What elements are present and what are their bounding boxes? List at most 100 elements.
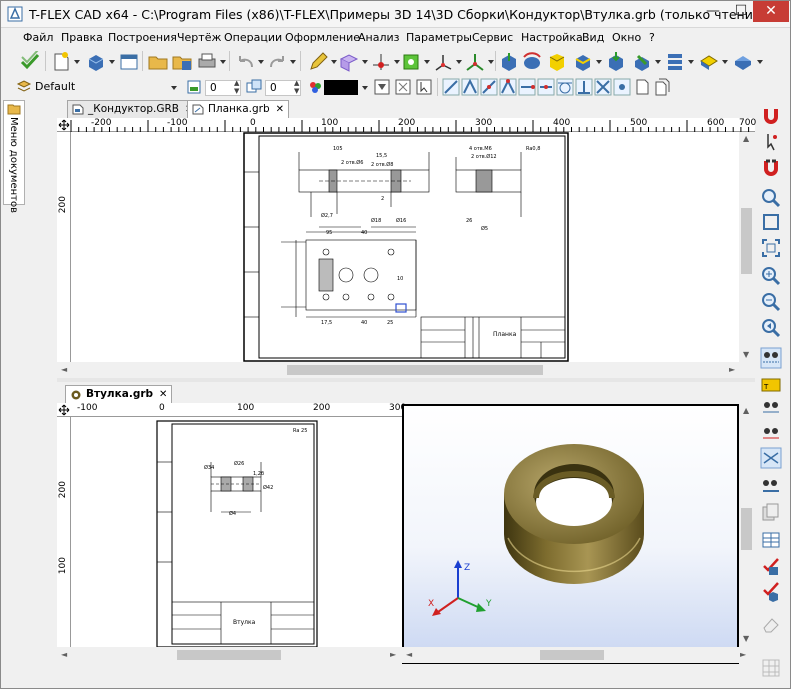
selector-icon[interactable] <box>415 78 433 96</box>
fillet-icon[interactable] <box>546 51 568 73</box>
print-icon[interactable] <box>196 51 218 73</box>
sheet-metal-icon[interactable] <box>698 51 720 73</box>
menu-service[interactable]: Сервис <box>472 31 513 44</box>
bottom-left-h-scrollbar[interactable]: ◄ ► <box>57 647 402 663</box>
chevron-down-icon[interactable] <box>220 60 226 64</box>
axes-icon[interactable] <box>432 51 454 73</box>
scroll-down-icon[interactable]: ▼ <box>743 634 749 643</box>
zoom-prev-icon[interactable] <box>760 317 782 339</box>
redo-icon[interactable] <box>266 51 288 73</box>
page-icon[interactable] <box>633 78 651 96</box>
scroll-left-icon[interactable]: ◄ <box>61 650 67 659</box>
chevron-down-icon[interactable] <box>331 60 337 64</box>
tab-konduktor[interactable]: _Кондуктор.GRB✕ <box>67 100 199 118</box>
snap-line-icon[interactable] <box>442 78 460 96</box>
move-handle-icon[interactable] <box>58 119 70 131</box>
chevron-down-icon[interactable] <box>488 60 494 64</box>
minimize-button[interactable]: — <box>699 1 727 22</box>
3d-viewport[interactable]: Z X Y <box>402 404 739 664</box>
new-3d-icon[interactable] <box>85 51 107 73</box>
copy-page-icon[interactable] <box>653 78 671 96</box>
scroll-thumb[interactable] <box>177 650 281 660</box>
pointer-icon[interactable] <box>760 131 782 153</box>
chevron-down-icon[interactable] <box>424 60 430 64</box>
bottom-right-h-scrollbar[interactable]: ◄ ► <box>402 647 755 663</box>
eraser-icon[interactable] <box>760 613 782 635</box>
bottom-drawing-canvas[interactable]: Ø34 Ø26 1,2б Ø42 Ø4 Ra 25 Втулка <box>71 417 402 647</box>
color-swatch[interactable] <box>324 80 358 95</box>
table-view-icon[interactable] <box>760 529 782 551</box>
chevron-down-icon[interactable] <box>596 60 602 64</box>
scroll-down-icon[interactable]: ▼ <box>743 350 749 359</box>
chevron-down-icon[interactable] <box>362 86 368 90</box>
menu-file[interactable]: Файл <box>23 31 53 44</box>
open-folder-icon[interactable] <box>147 51 169 73</box>
top-v-scrollbar[interactable]: ▲ ▼ <box>739 132 754 362</box>
check-assembly-icon[interactable] <box>760 581 782 603</box>
menu-drawing[interactable]: Чертёж <box>177 31 221 44</box>
level-icon[interactable] <box>185 78 203 96</box>
snap-intersect-icon[interactable] <box>594 78 612 96</box>
scroll-right-icon[interactable]: ► <box>390 650 396 659</box>
workplane-icon[interactable] <box>338 51 360 73</box>
color-palette-icon[interactable] <box>306 78 324 96</box>
pencil-icon[interactable] <box>307 51 329 73</box>
chevron-down-icon[interactable] <box>362 60 368 64</box>
new-file-icon[interactable] <box>50 51 72 73</box>
grid-icon[interactable] <box>760 657 782 679</box>
scroll-left-icon[interactable]: ◄ <box>61 365 67 374</box>
copy-object-icon[interactable] <box>760 501 782 523</box>
snap-perp-icon[interactable] <box>575 78 593 96</box>
zoom-fit-icon[interactable] <box>760 237 782 259</box>
axis-select-icon[interactable] <box>760 447 782 469</box>
menu-settings[interactable]: Настройка <box>521 31 583 44</box>
modify-icon[interactable] <box>631 51 653 73</box>
menu-view[interactable]: Вид <box>582 31 604 44</box>
layers-icon[interactable] <box>15 78 33 96</box>
snap-center-icon[interactable] <box>480 78 498 96</box>
snap-node-icon[interactable] <box>613 78 631 96</box>
check-icon[interactable] <box>19 51 41 73</box>
move-handle-icon[interactable] <box>58 404 70 416</box>
extrude-icon[interactable] <box>498 51 520 73</box>
chevron-down-icon[interactable] <box>688 60 694 64</box>
snap-tangent-icon[interactable] <box>556 78 574 96</box>
chevron-down-icon[interactable] <box>757 60 763 64</box>
spinner-arrows-icon[interactable]: ▲ ▼ <box>234 79 239 95</box>
bottom-v-scrollbar[interactable]: ▲ ▼ <box>739 404 754 647</box>
array-icon[interactable] <box>664 51 686 73</box>
open-window-icon[interactable] <box>118 51 140 73</box>
document-menu-tab[interactable]: Меню документов <box>3 100 25 213</box>
menu-window[interactable]: Окно <box>612 31 641 44</box>
scroll-left-icon[interactable]: ◄ <box>406 650 412 659</box>
zoom-window-icon[interactable] <box>760 211 782 233</box>
chevron-down-icon[interactable] <box>456 60 462 64</box>
maximize-button[interactable]: ☐ <box>727 1 755 22</box>
zoom-in-icon[interactable] <box>760 265 782 287</box>
top-drawing-canvas[interactable]: 105 15,5 4 отв.М6 2 отв.Ø12 2 отв.Ø6 2 отв.… <box>71 132 739 362</box>
menu-format[interactable]: Оформление <box>285 31 360 44</box>
snap-end-icon[interactable] <box>518 78 536 96</box>
snap-grid-icon[interactable] <box>499 78 517 96</box>
surface-icon[interactable] <box>732 51 754 73</box>
filter-icon[interactable] <box>373 78 391 96</box>
undo-icon[interactable] <box>235 51 257 73</box>
tab-close-button[interactable]: ✕ <box>276 104 284 115</box>
layer-select[interactable]: Default <box>35 80 169 96</box>
scroll-thumb[interactable] <box>287 365 543 375</box>
scroll-right-icon[interactable]: ► <box>740 650 746 659</box>
menu-edit[interactable]: Правка <box>61 31 103 44</box>
scroll-right-icon[interactable]: ► <box>729 365 735 374</box>
horizontal-splitter[interactable] <box>57 378 755 382</box>
lcs-icon[interactable] <box>464 51 486 73</box>
select-all-icon[interactable] <box>394 78 412 96</box>
menu-parameters[interactable]: Параметры <box>406 31 472 44</box>
scroll-up-icon[interactable]: ▲ <box>743 406 749 415</box>
top-h-scrollbar[interactable]: ◄ ► <box>57 362 755 378</box>
t-flex-3d-icon[interactable]: T <box>760 373 782 395</box>
menu-analysis[interactable]: Анализ <box>358 31 400 44</box>
points-dim-icon[interactable] <box>760 423 782 445</box>
chevron-down-icon[interactable] <box>74 60 80 64</box>
magnet-snap-icon[interactable] <box>760 105 782 127</box>
tab-close-button[interactable]: ✕ <box>159 389 167 400</box>
